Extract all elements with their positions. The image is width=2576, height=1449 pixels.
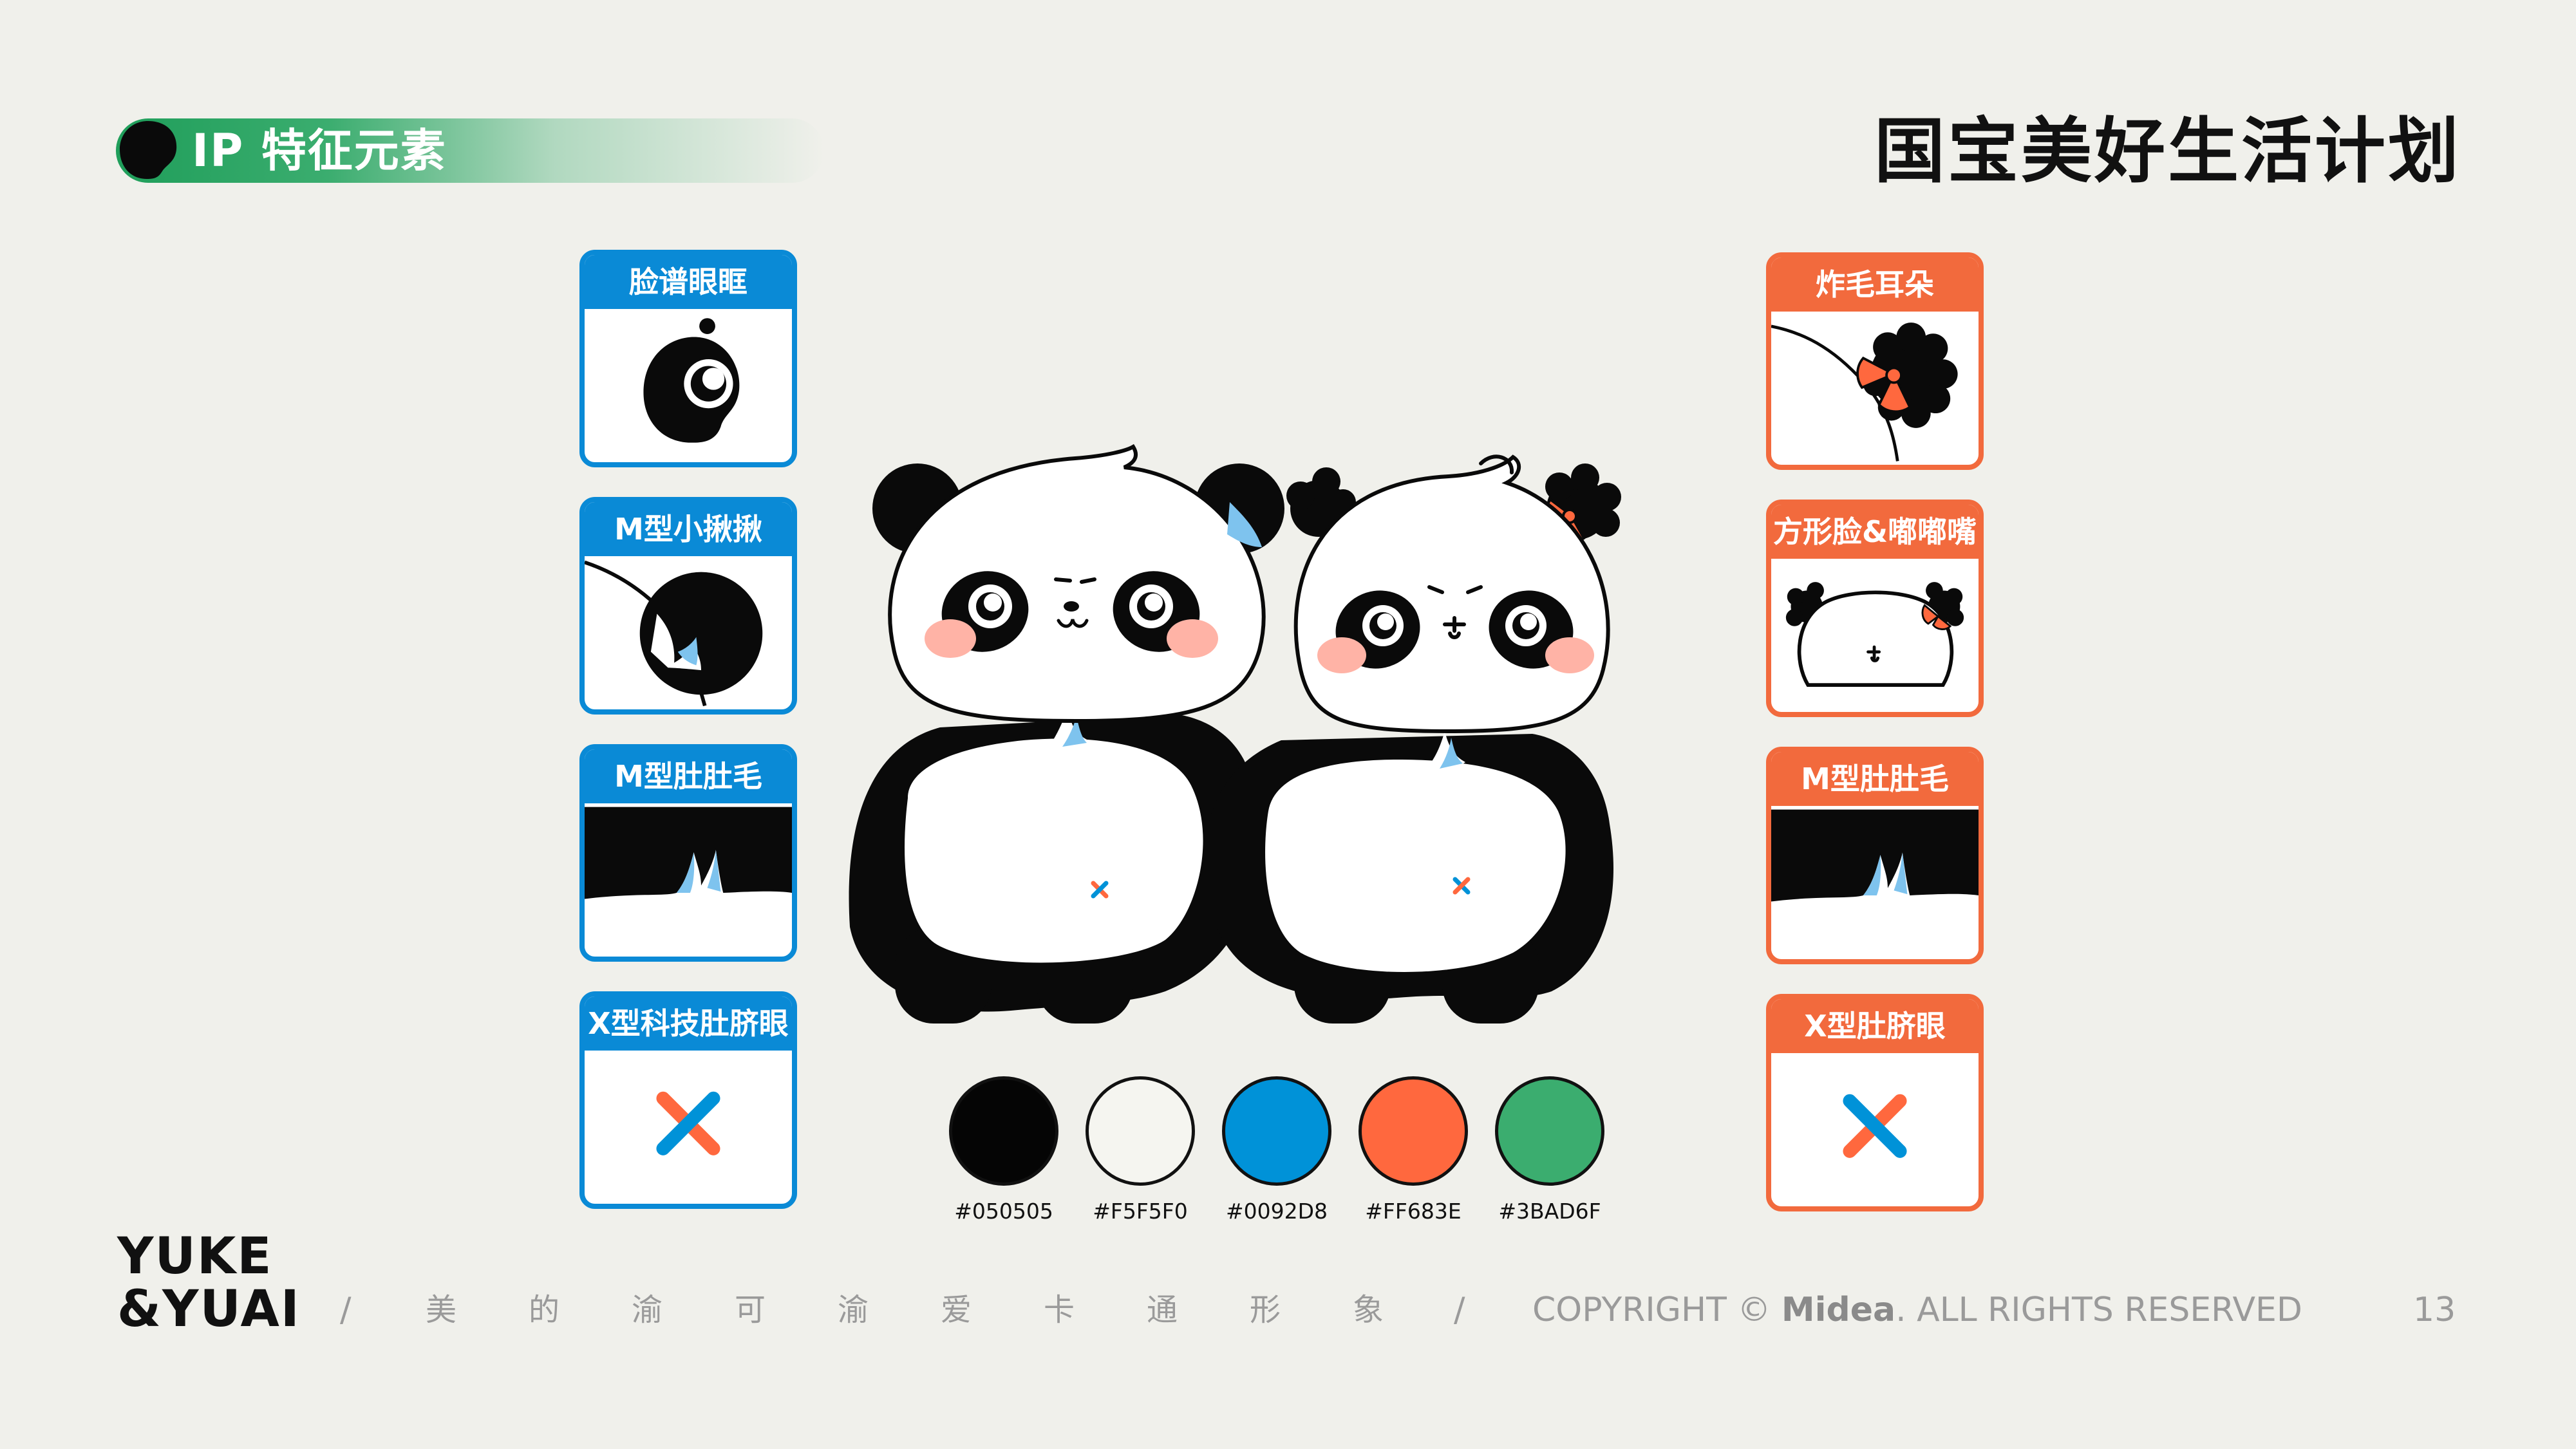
belly-fur-icon <box>585 803 792 957</box>
eye-patch-icon <box>585 309 792 462</box>
color-swatch-label: #050505 <box>954 1199 1053 1224</box>
color-swatch-label: #F5F5F0 <box>1093 1199 1188 1224</box>
x-navel-icon <box>1771 1053 1979 1206</box>
feature-card-label: M型小揪揪 <box>585 502 792 556</box>
feature-card-square-face: 方形脸&嘟嘟嘴 <box>1766 500 1984 717</box>
feature-card-label: 炸毛耳朵 <box>1771 257 1979 312</box>
panda-mascots-illustration <box>849 444 1621 1024</box>
page-number: 13 <box>2413 1291 2456 1329</box>
slogan-char: 的 <box>528 1292 559 1328</box>
feature-card-label: M型肚肚毛 <box>585 749 792 803</box>
color-swatch-blue <box>1222 1076 1331 1186</box>
copyright-prefix: COPYRIGHT © <box>1532 1291 1782 1329</box>
color-swatch-orange <box>1359 1076 1468 1186</box>
feature-card-x-navel: X型肚脐眼 <box>1766 994 1984 1211</box>
feature-card-label: X型肚脐眼 <box>1771 999 1979 1053</box>
section-title: IP 特征元素 <box>192 124 447 177</box>
feature-card-label: 脸谱眼眶 <box>585 255 792 309</box>
footer-separator: / <box>340 1291 352 1329</box>
feature-card-label: 方形脸&嘟嘟嘴 <box>1771 505 1979 559</box>
slogan-char: 形 <box>1249 1292 1281 1328</box>
boy-panda-mascot <box>849 444 1284 1024</box>
color-swatch-label: #3BAD6F <box>1498 1199 1601 1224</box>
brand-title: 国宝美好生活计划 <box>1874 110 2461 192</box>
color-swatch-green <box>1495 1076 1604 1186</box>
color-swatch-label: #0092D8 <box>1225 1199 1328 1224</box>
fluffy-ear-icon <box>1771 312 1979 465</box>
yuke-yuai-logo-line1: YUKE <box>117 1228 273 1285</box>
feature-card-eye-patch: 脸谱眼眶 <box>579 250 797 467</box>
color-swatch-white <box>1086 1076 1195 1186</box>
slogan-char: 卡 <box>1043 1292 1075 1328</box>
x-navel-icon <box>585 1051 792 1204</box>
slogan-char: 可 <box>734 1292 766 1328</box>
footer-separator: / <box>1454 1291 1465 1329</box>
feature-card-label: M型肚肚毛 <box>1771 752 1979 806</box>
feature-card-x-navel: X型科技肚脐眼 <box>579 991 797 1209</box>
feature-card-belly-fur: M型肚肚毛 <box>1766 747 1984 964</box>
slogan-char: 美 <box>425 1292 456 1328</box>
color-swatch-label: #FF683E <box>1365 1199 1462 1224</box>
slogan-char: 爱 <box>940 1292 972 1328</box>
feature-card-fluffy-ear: 炸毛耳朵 <box>1766 252 1984 470</box>
copyright-brand: Midea <box>1781 1291 1896 1329</box>
yuke-yuai-logo-line2: &YUAI <box>117 1280 301 1338</box>
slogan-char: 渝 <box>837 1292 869 1328</box>
square-face-icon <box>1771 559 1979 712</box>
color-swatch-black <box>949 1076 1058 1186</box>
belly-fur-icon <box>1771 806 1979 959</box>
slogan-char: 通 <box>1146 1292 1178 1328</box>
feature-card-label: X型科技肚脐眼 <box>585 996 792 1051</box>
head-tuft-icon <box>585 556 792 709</box>
feature-card-head-tuft: M型小揪揪 <box>579 497 797 715</box>
slogan-char: 象 <box>1352 1292 1384 1328</box>
panda-ear-logo-icon <box>120 121 177 179</box>
copyright-notice: COPYRIGHT © Midea. ALL RIGHTS RESERVED <box>1532 1287 2302 1332</box>
copyright-suffix: . ALL RIGHTS RESERVED <box>1895 1291 2302 1329</box>
slogan-char: 渝 <box>631 1292 663 1328</box>
feature-card-belly-fur: M型肚肚毛 <box>579 744 797 962</box>
